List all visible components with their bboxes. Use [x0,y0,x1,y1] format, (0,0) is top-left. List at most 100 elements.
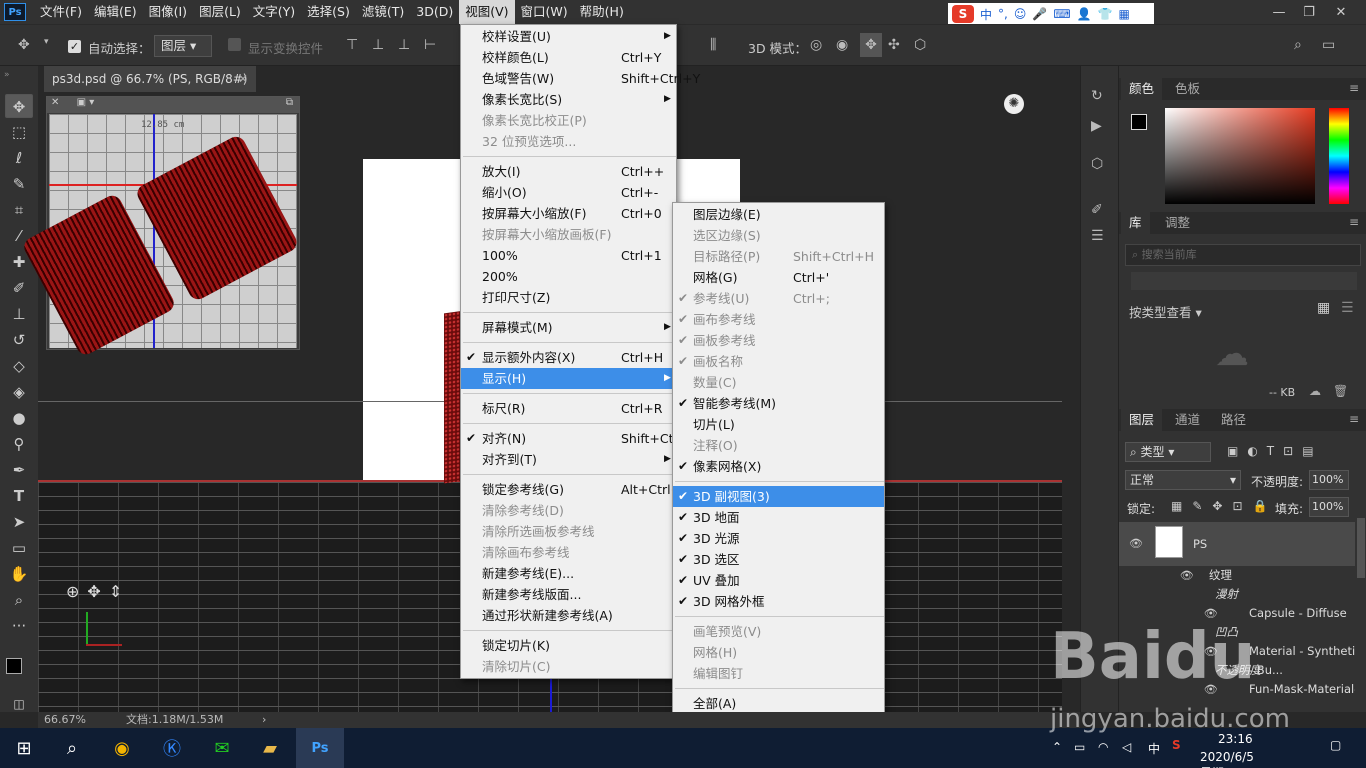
minimize-button[interactable]: — [1264,0,1294,24]
showmenu-item[interactable]: 全部(A) [673,693,884,714]
3d-panel-icon[interactable]: ⬡ [1091,156,1103,172]
menu-10[interactable]: 窗口(W) [515,0,574,24]
document-tab[interactable]: ps3d.psd @ 66.7% (PS, RGB/8#) * ✕ [44,66,256,112]
showmenu-item[interactable]: ✔ 智能参考线(M) [673,393,884,414]
search-icon[interactable]: ⌕ [1294,37,1302,53]
grid-icon[interactable]: ▦ [1119,7,1130,21]
menu-3[interactable]: 图像(I) [143,0,193,24]
pan-3d-icon[interactable]: ✥ [860,33,882,57]
menu-2[interactable]: 编辑(E) [88,0,143,24]
close-view-icon[interactable]: ✕ [51,97,59,108]
status-menu-icon[interactable]: › [262,712,266,728]
align-bottom-icon[interactable]: ⊥ [398,37,410,53]
blur-tool-icon[interactable]: ● [5,406,33,430]
menu-11[interactable]: 帮助(H) [574,0,630,24]
swap-view-icon[interactable]: ⧉ [286,97,293,108]
menu-1[interactable]: 文件(F) [34,0,88,24]
chrome-icon[interactable]: ◉ [98,728,146,768]
showmenu-item[interactable]: ✔ 3D 网格外框 [673,591,884,612]
viewmenu-item[interactable]: 对齐到(T) ▶ [461,449,676,470]
pan-camera-icon[interactable]: ✥ [87,582,108,601]
layer-row[interactable]: 漫射 [1119,585,1355,604]
panel-menu-icon[interactable]: ≡ [1349,412,1359,426]
history-brush-icon[interactable]: ↺ [5,328,33,352]
showmenu-item[interactable]: ✔ 3D 地面 [673,507,884,528]
camera-controls[interactable]: ⊕✥⇕ [66,582,130,601]
3d-secondary-view[interactable]: ✕ ▣ ▾ ⧉ 12.85 cm [20,96,301,358]
stamp-tool-icon[interactable]: ⊥ [5,302,33,326]
menu-8[interactable]: 3D(D) [410,0,459,24]
blend-mode-dropdown[interactable]: 正常 ▾ [1125,470,1241,490]
fill-input[interactable]: 100% [1309,497,1349,517]
menu-6[interactable]: 选择(S) [301,0,356,24]
showmenu-item[interactable]: ✔ 3D 选区 [673,549,884,570]
type-tool-icon[interactable]: T [5,484,33,508]
viewmenu-item[interactable]: 屏幕模式(M) ▶ [461,317,676,338]
wechat-icon[interactable]: ✉ [198,728,246,768]
dolly-camera-icon[interactable]: ⇕ [109,582,130,601]
layer-filter-icons[interactable]: ▣◐T⊡▤ [1227,444,1323,458]
menu-4[interactable]: 图层(L) [193,0,247,24]
orbit-camera-icon[interactable]: ⊕ [66,582,87,601]
tab-adjustments[interactable]: 调整 [1157,212,1198,234]
more-tools-icon[interactable]: ··· [5,614,33,638]
viewmenu-item[interactable]: 新建参考线版面... [461,584,676,605]
photoshop-taskbar-icon[interactable]: Ps [296,728,344,768]
viewmenu-item[interactable]: ✔ 对齐(N) Shift+Ctrl+; [461,428,697,449]
viewmenu-item[interactable]: 像素长宽比(S) ▶ [461,89,676,110]
menu-5[interactable]: 文字(Y) [247,0,301,24]
showmenu-item[interactable]: ✔ UV 叠加 [673,570,884,591]
viewmenu-item[interactable]: 通过形状新建参考线(A) [461,605,676,626]
viewmenu-item[interactable]: 100% Ctrl+1 [461,245,676,266]
marquee-tool-icon[interactable]: ⬚ [5,120,33,144]
orbit-3d-icon[interactable]: ◎ [810,37,822,53]
app-k-icon[interactable]: Ⓚ [148,728,196,768]
viewmenu-item[interactable]: 按屏幕大小缩放(F) Ctrl+0 [461,203,676,224]
foreground-color-swatch[interactable] [6,658,22,674]
emoji-icon[interactable]: ☺ [1014,7,1027,21]
eraser-tool-icon[interactable]: ◇ [5,354,33,378]
move-tool-icon[interactable]: ✥ [18,37,30,53]
fg-color-swatch[interactable] [1131,114,1147,130]
scale-3d-icon[interactable]: ⬡ [914,37,926,53]
auto-select-dropdown[interactable]: 图层 ▾ [154,35,212,57]
roll-3d-icon[interactable]: ◉ [836,37,848,53]
user-icon[interactable]: 👤 [1077,7,1092,21]
close-button[interactable]: ✕ [1326,0,1356,24]
workspace-icon[interactable]: ▭ [1322,37,1335,53]
actions-panel-icon[interactable]: ▶ [1091,118,1102,134]
bucket-tool-icon[interactable]: ◈ [5,380,33,404]
library-select[interactable] [1131,272,1357,290]
close-tab-icon[interactable]: ✕ [238,66,248,92]
viewmenu-item[interactable]: 色域警告(W) Shift+Ctrl+Y [461,68,700,89]
restore-button[interactable]: ❐ [1294,0,1324,24]
hue-slider[interactable] [1329,108,1349,204]
viewmenu-item[interactable]: ✔ 显示额外内容(X) Ctrl+H [461,347,676,368]
layer-filter-dropdown[interactable]: ⌕ 类型 ▾ [1125,442,1211,462]
showmenu-item[interactable]: ✔ 3D 光源 [673,528,884,549]
chevron-down-icon[interactable]: ▾ [44,37,49,47]
layer-row[interactable]: 👁 纹理 [1119,566,1355,585]
rectangle-tool-icon[interactable]: ▭ [5,536,33,560]
viewmenu-item[interactable]: 校样设置(U) ▶ [461,26,676,47]
align-left-icon[interactable]: ⊢ [424,37,436,53]
layer-row[interactable]: 👁 PS [1119,522,1355,566]
trash-icon[interactable]: 🗑 [1333,384,1348,398]
viewmenu-item[interactable]: 200% [461,266,676,287]
visibility-eye-icon[interactable]: 👁 [1129,522,1143,566]
viewmenu-item[interactable]: 放大(I) Ctrl++ [461,161,676,182]
move-tool-icon[interactable]: ✥ [5,94,33,118]
clock-date[interactable]: 2020/6/5 星期五 [1200,750,1254,768]
slide-3d-icon[interactable]: ✣ [888,37,900,53]
panel-menu-icon[interactable]: ≡ [1349,81,1359,95]
crop-tool-icon[interactable]: ⌗ [5,198,33,222]
skin-icon[interactable]: 👕 [1098,7,1113,21]
wifi-icon[interactable]: ◠ [1098,740,1108,754]
panel-menu-icon[interactable]: ≡ [1349,215,1359,229]
tab-paths[interactable]: 路径 [1213,409,1254,431]
layers-scrollbar[interactable] [1357,518,1365,578]
viewmenu-item[interactable]: 校样颜色(L) Ctrl+Y [461,47,676,68]
dodge-tool-icon[interactable]: ⚲ [5,432,33,456]
tray-chevron-icon[interactable]: ⌃ [1052,740,1062,754]
properties-panel-icon[interactable]: ☰ [1091,228,1104,244]
